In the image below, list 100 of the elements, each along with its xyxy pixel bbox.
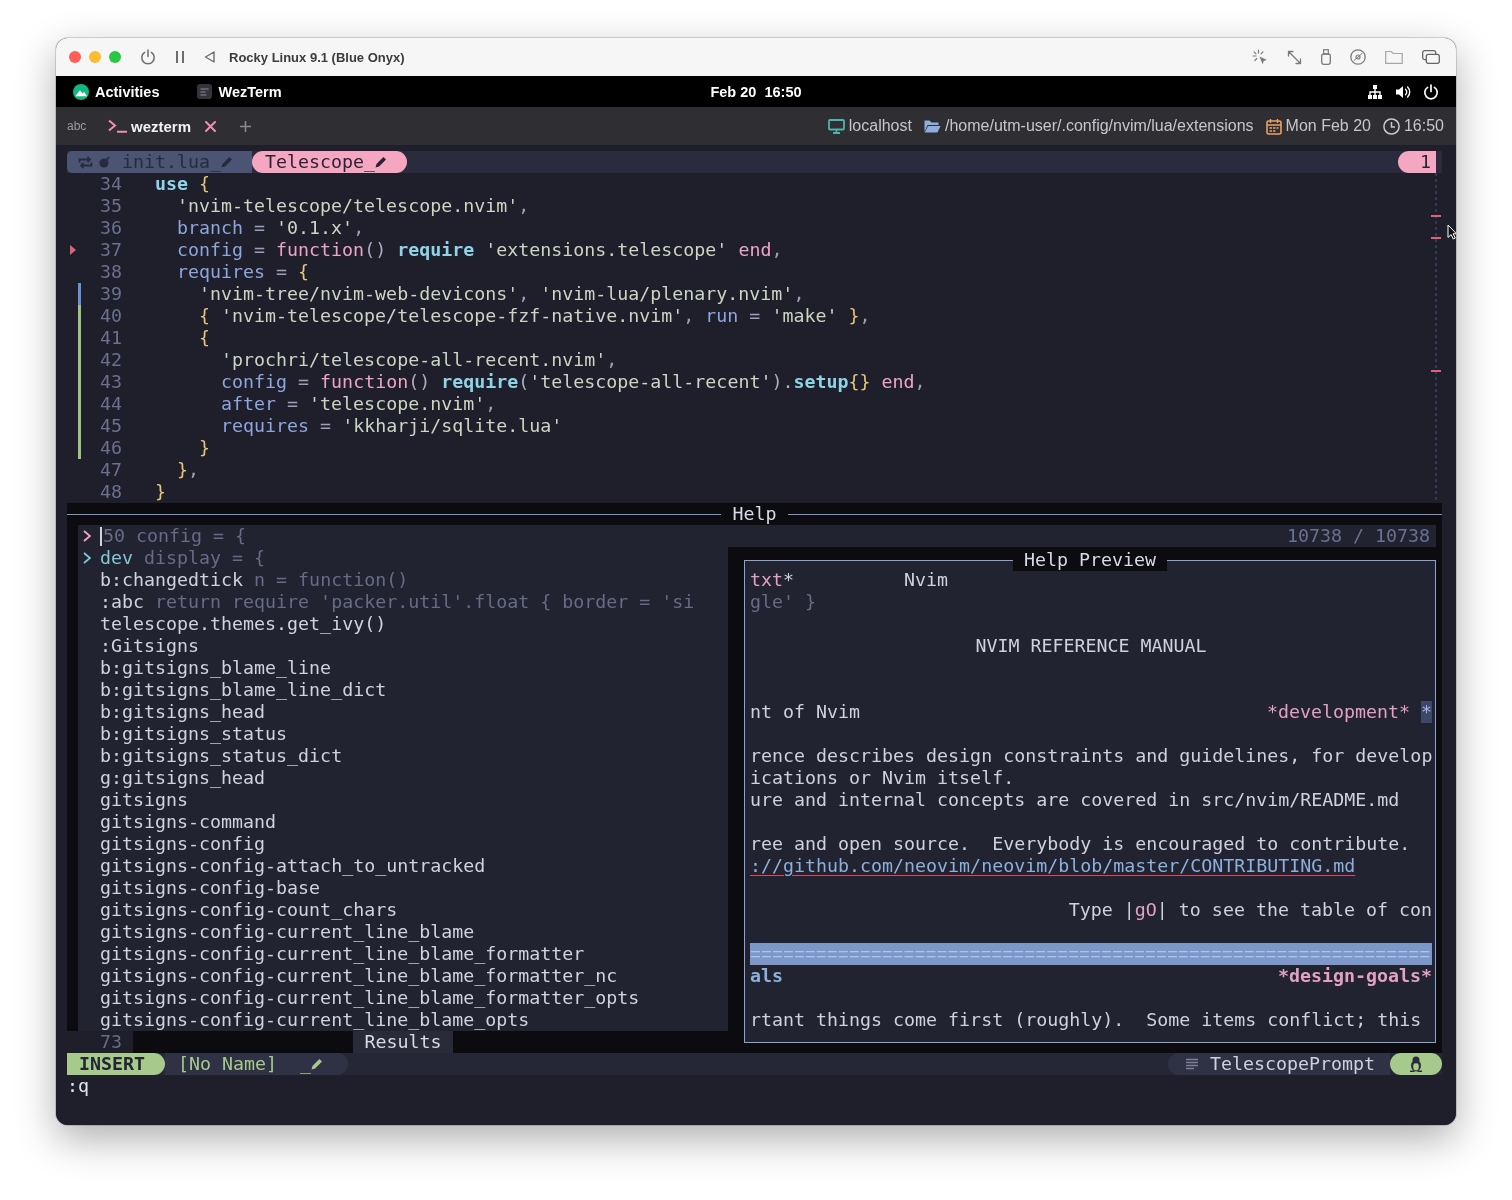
result-item[interactable]: gitsigns bbox=[100, 789, 189, 811]
terminal-tab[interactable]: wezterm bbox=[108, 117, 217, 135]
result-item[interactable]: gitsigns-config-current_line_blame_formatter_nc bbox=[100, 965, 618, 987]
activities-button[interactable]: Activities bbox=[73, 83, 160, 100]
help-text: nt of Nvim bbox=[750, 701, 861, 723]
line-number: 47 bbox=[99, 459, 122, 481]
tab-number[interactable]: 1 bbox=[1398, 151, 1436, 173]
chevron-icon bbox=[83, 530, 91, 542]
file-type: TelescopePrompt bbox=[1209, 1053, 1375, 1075]
panel-title: Results bbox=[353, 1031, 453, 1053]
status-text: Mon Feb 20 bbox=[1285, 117, 1371, 135]
buffer-tab[interactable]: Telescope_ bbox=[252, 151, 408, 173]
mode-indicator: INSERT bbox=[67, 1053, 166, 1075]
help-text: ications or Nvim itself. bbox=[750, 767, 1015, 789]
result-item[interactable]: gitsigns-config-count_chars bbox=[100, 899, 398, 921]
terminal-app-icon bbox=[197, 84, 213, 99]
folder-icon bbox=[923, 119, 941, 133]
result-item[interactable]: gitsigns-config-base bbox=[100, 877, 321, 899]
code-line: 'nvim-telescope/telescope.nvim', bbox=[177, 195, 530, 217]
scrollbar[interactable] bbox=[1430, 173, 1442, 503]
result-item[interactable]: b:gitsigns_status_dict bbox=[100, 745, 343, 767]
penguin-icon bbox=[1409, 1056, 1423, 1072]
tag-highlight: * bbox=[1421, 701, 1432, 723]
result-item[interactable]: :abc bbox=[100, 591, 145, 613]
code-line: after = 'telescope.nvim', bbox=[221, 393, 497, 415]
result-item[interactable]: gitsigns-config-current_line_blame_formatter bbox=[100, 943, 585, 965]
background-text: n = function() bbox=[254, 569, 409, 591]
line-number: 35 bbox=[99, 195, 122, 217]
result-item[interactable]: gitsigns-config bbox=[100, 833, 266, 855]
code-line: requires = { bbox=[177, 261, 310, 283]
result-item[interactable]: b:changedtick bbox=[100, 569, 244, 591]
code-line: use { bbox=[155, 173, 211, 195]
chevron-icon bbox=[83, 552, 91, 564]
result-item[interactable]: dev bbox=[100, 547, 134, 569]
panel-title: Help Preview bbox=[1012, 549, 1168, 571]
result-item[interactable]: g:gitsigns_head bbox=[100, 767, 266, 789]
code-line: 'nvim-tree/nvim-web-devicons', 'nvim-lua/plenary.nvim', bbox=[199, 283, 805, 305]
code-line: { bbox=[199, 327, 211, 349]
monitor-icon bbox=[827, 118, 845, 134]
result-item[interactable]: b:gitsigns_blame_line_dict bbox=[100, 679, 387, 701]
calendar-icon bbox=[1265, 117, 1282, 135]
loop-arrows-icon bbox=[78, 155, 93, 169]
pencil-icon bbox=[311, 1058, 324, 1070]
clock-icon bbox=[1382, 117, 1400, 135]
help-link[interactable]: ://github.com/neovim/neovim/blob/master/CONTRIBUTING.md bbox=[750, 855, 1356, 877]
background-text: return require 'packer.util'.float { border = 'si bbox=[155, 591, 695, 613]
result-item[interactable]: b:gitsigns_blame_line bbox=[100, 657, 332, 679]
left-triangle-icon[interactable] bbox=[204, 51, 215, 63]
result-item[interactable]: gitsigns-config-current_line_blame_opts bbox=[100, 1009, 530, 1031]
result-item[interactable]: b:gitsigns_status bbox=[100, 723, 288, 745]
result-counter: 10738 / 10738 bbox=[1286, 525, 1430, 547]
status-text: localhost bbox=[848, 117, 912, 135]
windows-icon[interactable] bbox=[1422, 50, 1440, 64]
folder-icon[interactable] bbox=[1385, 50, 1403, 64]
clock-button[interactable]: Feb 20 16:50 bbox=[710, 83, 802, 100]
line-number: 34 bbox=[99, 173, 122, 195]
line-number: 40 bbox=[99, 305, 122, 327]
command-line[interactable]: :q bbox=[67, 1075, 1442, 1097]
app-menu-button[interactable]: WezTerm bbox=[197, 83, 282, 100]
pencil-icon bbox=[221, 156, 234, 168]
code-line: requires = 'kkharji/sqlite.lua' bbox=[221, 415, 563, 437]
result-item[interactable]: gitsigns-config-attach_to_untracked bbox=[100, 855, 486, 877]
code-line: 'prochri/telescope-all-recent.nvim', bbox=[221, 349, 618, 371]
line-number: 36 bbox=[99, 217, 122, 239]
pause-icon[interactable] bbox=[176, 51, 184, 63]
help-heading: als bbox=[750, 965, 784, 987]
power-icon[interactable] bbox=[1423, 83, 1439, 100]
round-bomb-icon bbox=[99, 156, 110, 168]
line-number: 43 bbox=[99, 371, 122, 393]
help-text-line: txt* Nvim bbox=[750, 569, 949, 591]
line-number: 42 bbox=[99, 349, 122, 371]
close-button[interactable] bbox=[69, 51, 81, 63]
result-item[interactable]: gitsigns-config-current_line_blame bbox=[100, 921, 475, 943]
help-text: ree and open source. Everybody is encouraged to contribute. bbox=[750, 833, 1411, 855]
plus-icon[interactable] bbox=[240, 120, 252, 132]
line-number: 39 bbox=[99, 283, 122, 305]
volume-icon[interactable] bbox=[1395, 83, 1411, 100]
pointer-sparkle-icon[interactable] bbox=[1252, 49, 1268, 65]
result-item[interactable]: b:gitsigns_head bbox=[100, 701, 266, 723]
result-item[interactable]: gitsigns-command bbox=[100, 811, 277, 833]
triangle-marker-icon bbox=[69, 245, 76, 255]
result-item[interactable]: gitsigns-config-current_line_blame_formatter_opts bbox=[100, 987, 640, 1009]
line-number: 37 bbox=[99, 239, 122, 261]
line-number: 38 bbox=[99, 261, 122, 283]
status-text: 16:50 bbox=[1403, 117, 1444, 135]
code-line: { 'nvim-telescope/telescope-fzf-native.nvim', run = 'make' }, bbox=[199, 305, 871, 327]
result-item[interactable]: :Gitsigns bbox=[100, 635, 200, 657]
line-number: 46 bbox=[99, 437, 122, 459]
modified-mark: _ bbox=[300, 1053, 312, 1075]
disc-icon[interactable] bbox=[1350, 49, 1366, 65]
help-text-line: Type |gO| to see the table of con bbox=[1068, 899, 1432, 921]
line-number: 48 bbox=[99, 481, 122, 503]
code-line: config = function() require('telescope-all-recent').setup{} end, bbox=[221, 371, 926, 393]
result-item[interactable]: telescope.themes.get_ivy() bbox=[100, 613, 387, 635]
mountain-logo-icon bbox=[73, 83, 89, 100]
close-icon[interactable] bbox=[205, 120, 217, 132]
diagonal-arrows-icon[interactable] bbox=[1287, 49, 1302, 65]
usb-drive-icon[interactable] bbox=[1321, 49, 1331, 65]
network-icon[interactable] bbox=[1367, 83, 1383, 100]
help-text: ure and internal concepts are covered in src/nvim/README.md bbox=[750, 789, 1400, 811]
